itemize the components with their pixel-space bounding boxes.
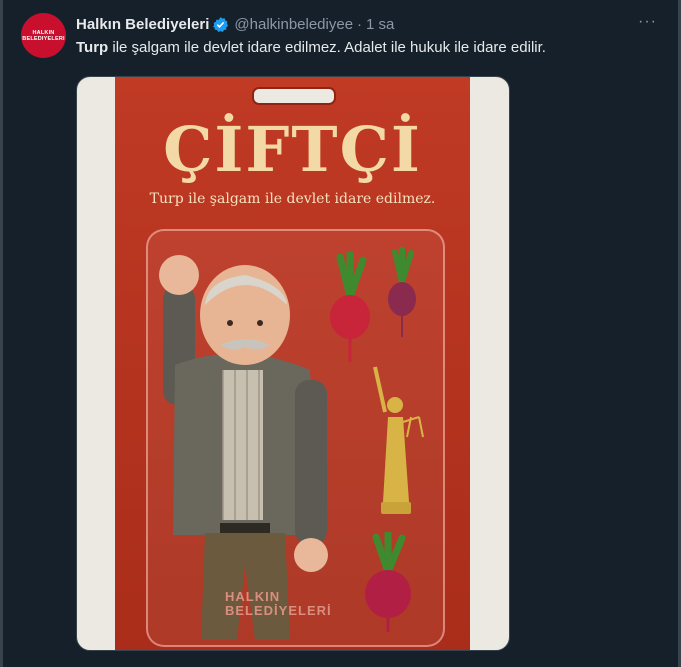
tweet-action-bar — [76, 660, 636, 667]
package-hanger-hole — [252, 87, 336, 105]
radish-icon — [330, 252, 370, 362]
package-card: ÇİFTÇİ Turp ile şalgam ile devlet idare … — [115, 77, 470, 650]
tweet-media-image[interactable]: ÇİFTÇİ Turp ile şalgam ile devlet idare … — [76, 76, 510, 651]
frame-border-left — [0, 0, 3, 667]
package-subtitle: Turp ile şalgam ile devlet idare edilmez… — [149, 191, 436, 207]
timestamp[interactable]: 1 sa — [366, 16, 394, 33]
farmer-figure-icon — [159, 255, 328, 640]
tweet-text: Turp ile şalgam ile devlet idare edilmez… — [76, 38, 546, 58]
avatar[interactable]: HALKIN BELEDIYELERI — [21, 13, 66, 58]
user-handle[interactable]: @halkinbelediyee — [234, 16, 353, 33]
package-brand: HALKIN BELEDİYELERİ — [225, 590, 332, 618]
brand-line2: BELEDİYELERİ — [225, 603, 332, 618]
verified-badge-icon — [212, 16, 229, 33]
tweet-header: Halkın Belediyeleri @halkinbelediyee · 1… — [76, 14, 394, 34]
display-name[interactable]: Halkın Belediyeleri — [76, 16, 209, 33]
beet-icon — [365, 532, 411, 632]
lady-justice-statue-icon — [373, 366, 424, 514]
avatar-text-line2: BELEDIYELERI — [22, 35, 65, 42]
turnip-icon — [388, 247, 416, 337]
package-title: ÇİFTÇİ — [163, 113, 422, 186]
tweet-text-body: ile şalgam ile devlet idare edilmez. Ada… — [108, 39, 546, 56]
brand-line1: HALKIN — [225, 589, 281, 604]
more-options-icon[interactable]: ··· — [638, 13, 657, 31]
separator-dot: · — [357, 15, 363, 33]
tweet-text-bold: Turp — [76, 39, 109, 56]
